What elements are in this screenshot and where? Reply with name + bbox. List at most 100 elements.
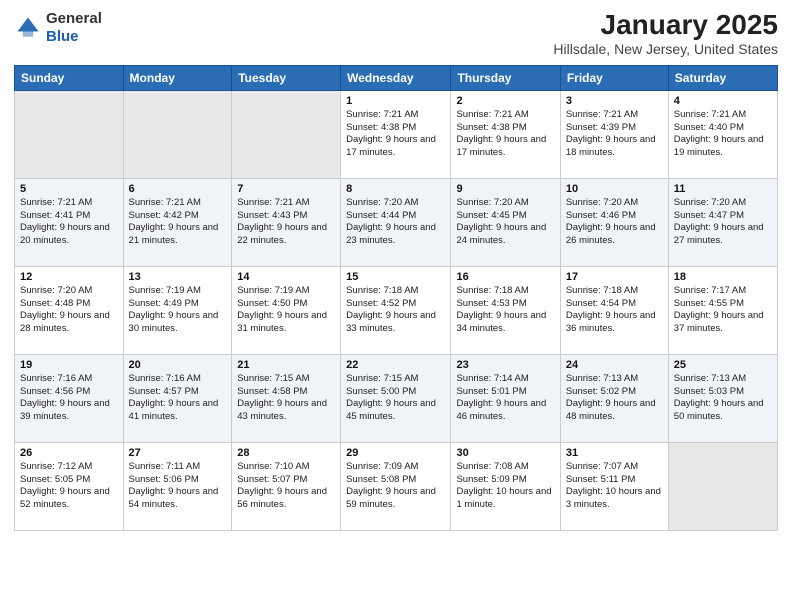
day-info: Sunrise: 7:07 AMSunset: 5:11 PMDaylight:… xyxy=(566,461,663,512)
week-row-4: 19Sunrise: 7:16 AMSunset: 4:56 PMDayligh… xyxy=(15,354,778,442)
day-info: Sunrise: 7:11 AMSunset: 5:06 PMDaylight:… xyxy=(129,461,227,512)
calendar-cell: 6 Sunrise: 7:21 AMSunset: 4:42 PMDaylight… xyxy=(123,178,232,266)
calendar-cell: 2 Sunrise: 7:21 AMSunset: 4:38 PMDaylight… xyxy=(451,90,560,178)
day-info: Sunrise: 7:20 AMSunset: 4:44 PMDaylight:… xyxy=(346,197,445,248)
weekday-header-friday: Friday xyxy=(560,65,668,90)
weekday-header-tuesday: Tuesday xyxy=(232,65,341,90)
logo-icon xyxy=(14,14,42,42)
day-number: 7 xyxy=(237,183,335,195)
day-info: Sunrise: 7:18 AMSunset: 4:54 PMDaylight:… xyxy=(566,285,663,336)
day-info: Sunrise: 7:21 AMSunset: 4:38 PMDaylight:… xyxy=(456,109,554,160)
day-number: 3 xyxy=(566,95,663,107)
day-number: 28 xyxy=(237,447,335,459)
day-number: 21 xyxy=(237,359,335,371)
calendar-cell: 17 Sunrise: 7:18 AMSunset: 4:54 PMDayligh… xyxy=(560,266,668,354)
day-number: 4 xyxy=(674,95,772,107)
day-info: Sunrise: 7:18 AMSunset: 4:53 PMDaylight:… xyxy=(456,285,554,336)
title-block: January 2025 Hillsdale, New Jersey, Unit… xyxy=(553,10,778,57)
calendar-cell: 31 Sunrise: 7:07 AMSunset: 5:11 PMDayligh… xyxy=(560,442,668,530)
day-number: 12 xyxy=(20,271,118,283)
week-row-2: 5 Sunrise: 7:21 AMSunset: 4:41 PMDaylight… xyxy=(15,178,778,266)
calendar-cell: 10Sunrise: 7:20 AMSunset: 4:46 PMDayligh… xyxy=(560,178,668,266)
calendar-cell: 11Sunrise: 7:20 AMSunset: 4:47 PMDayligh… xyxy=(668,178,777,266)
calendar-cell: 15 Sunrise: 7:18 AMSunset: 4:52 PMDayligh… xyxy=(341,266,451,354)
day-number: 22 xyxy=(346,359,445,371)
calendar-cell: 13 Sunrise: 7:19 AMSunset: 4:49 PMDayligh… xyxy=(123,266,232,354)
calendar-cell: 1 Sunrise: 7:21 AMSunset: 4:38 PMDaylight… xyxy=(341,90,451,178)
day-number: 8 xyxy=(346,183,445,195)
weekday-header-wednesday: Wednesday xyxy=(341,65,451,90)
calendar-cell: 26Sunrise: 7:12 AMSunset: 5:05 PMDayligh… xyxy=(15,442,124,530)
day-number: 5 xyxy=(20,183,118,195)
weekday-header-monday: Monday xyxy=(123,65,232,90)
calendar-cell: 8 Sunrise: 7:20 AMSunset: 4:44 PMDaylight… xyxy=(341,178,451,266)
week-row-5: 26Sunrise: 7:12 AMSunset: 5:05 PMDayligh… xyxy=(15,442,778,530)
day-info: Sunrise: 7:21 AMSunset: 4:38 PMDaylight:… xyxy=(346,109,445,160)
weekday-header-sunday: Sunday xyxy=(15,65,124,90)
day-number: 23 xyxy=(456,359,554,371)
calendar-subtitle: Hillsdale, New Jersey, United States xyxy=(553,41,778,57)
calendar-title: January 2025 xyxy=(553,10,778,41)
weekday-header-saturday: Saturday xyxy=(668,65,777,90)
calendar-cell: 24Sunrise: 7:13 AMSunset: 5:02 PMDayligh… xyxy=(560,354,668,442)
day-number: 29 xyxy=(346,447,445,459)
week-row-1: 1 Sunrise: 7:21 AMSunset: 4:38 PMDaylight… xyxy=(15,90,778,178)
logo-text: General Blue xyxy=(46,10,102,46)
calendar-cell xyxy=(15,90,124,178)
calendar-cell xyxy=(123,90,232,178)
calendar-cell: 12Sunrise: 7:20 AMSunset: 4:48 PMDayligh… xyxy=(15,266,124,354)
calendar-cell: 7 Sunrise: 7:21 AMSunset: 4:43 PMDaylight… xyxy=(232,178,341,266)
calendar-cell: 16Sunrise: 7:18 AMSunset: 4:53 PMDayligh… xyxy=(451,266,560,354)
day-info: Sunrise: 7:14 AMSunset: 5:01 PMDaylight:… xyxy=(456,373,554,424)
page: General Blue January 2025 Hillsdale, New… xyxy=(0,0,792,612)
day-info: Sunrise: 7:17 AMSunset: 4:55 PMDaylight:… xyxy=(674,285,772,336)
day-info: Sunrise: 7:19 AMSunset: 4:49 PMDaylight:… xyxy=(129,285,227,336)
day-number: 19 xyxy=(20,359,118,371)
calendar-cell xyxy=(232,90,341,178)
day-number: 2 xyxy=(456,95,554,107)
calendar-table: SundayMondayTuesdayWednesdayThursdayFrid… xyxy=(14,65,778,531)
day-number: 14 xyxy=(237,271,335,283)
day-number: 10 xyxy=(566,183,663,195)
logo-general: General xyxy=(46,10,102,27)
day-number: 20 xyxy=(129,359,227,371)
day-info: Sunrise: 7:18 AMSunset: 4:52 PMDaylight:… xyxy=(346,285,445,336)
day-info: Sunrise: 7:19 AMSunset: 4:50 PMDaylight:… xyxy=(237,285,335,336)
day-info: Sunrise: 7:15 AMSunset: 5:00 PMDaylight:… xyxy=(346,373,445,424)
calendar-cell: 25 Sunrise: 7:13 AMSunset: 5:03 PMDayligh… xyxy=(668,354,777,442)
day-info: Sunrise: 7:15 AMSunset: 4:58 PMDaylight:… xyxy=(237,373,335,424)
day-info: Sunrise: 7:09 AMSunset: 5:08 PMDaylight:… xyxy=(346,461,445,512)
day-info: Sunrise: 7:08 AMSunset: 5:09 PMDaylight:… xyxy=(456,461,554,512)
calendar-cell: 30Sunrise: 7:08 AMSunset: 5:09 PMDayligh… xyxy=(451,442,560,530)
day-info: Sunrise: 7:12 AMSunset: 5:05 PMDaylight:… xyxy=(20,461,118,512)
day-number: 13 xyxy=(129,271,227,283)
day-number: 11 xyxy=(674,183,772,195)
day-number: 6 xyxy=(129,183,227,195)
day-info: Sunrise: 7:20 AMSunset: 4:45 PMDaylight:… xyxy=(456,197,554,248)
day-number: 18 xyxy=(674,271,772,283)
calendar-cell: 4 Sunrise: 7:21 AMSunset: 4:40 PMDaylight… xyxy=(668,90,777,178)
day-info: Sunrise: 7:21 AMSunset: 4:40 PMDaylight:… xyxy=(674,109,772,160)
calendar-cell: 18 Sunrise: 7:17 AMSunset: 4:55 PMDayligh… xyxy=(668,266,777,354)
calendar-cell: 14 Sunrise: 7:19 AMSunset: 4:50 PMDayligh… xyxy=(232,266,341,354)
day-number: 27 xyxy=(129,447,227,459)
calendar-cell: 3 Sunrise: 7:21 AMSunset: 4:39 PMDaylight… xyxy=(560,90,668,178)
day-info: Sunrise: 7:13 AMSunset: 5:03 PMDaylight:… xyxy=(674,373,772,424)
day-number: 17 xyxy=(566,271,663,283)
day-info: Sunrise: 7:10 AMSunset: 5:07 PMDaylight:… xyxy=(237,461,335,512)
day-info: Sunrise: 7:21 AMSunset: 4:41 PMDaylight:… xyxy=(20,197,118,248)
day-number: 24 xyxy=(566,359,663,371)
calendar-cell: 29 Sunrise: 7:09 AMSunset: 5:08 PMDayligh… xyxy=(341,442,451,530)
day-number: 31 xyxy=(566,447,663,459)
day-info: Sunrise: 7:21 AMSunset: 4:42 PMDaylight:… xyxy=(129,197,227,248)
weekday-header-thursday: Thursday xyxy=(451,65,560,90)
calendar-cell: 22 Sunrise: 7:15 AMSunset: 5:00 PMDayligh… xyxy=(341,354,451,442)
day-info: Sunrise: 7:21 AMSunset: 4:43 PMDaylight:… xyxy=(237,197,335,248)
calendar-cell: 19Sunrise: 7:16 AMSunset: 4:56 PMDayligh… xyxy=(15,354,124,442)
logo: General Blue xyxy=(14,10,102,46)
calendar-cell: 21 Sunrise: 7:15 AMSunset: 4:58 PMDayligh… xyxy=(232,354,341,442)
day-number: 15 xyxy=(346,271,445,283)
day-number: 1 xyxy=(346,95,445,107)
day-info: Sunrise: 7:21 AMSunset: 4:39 PMDaylight:… xyxy=(566,109,663,160)
day-number: 25 xyxy=(674,359,772,371)
